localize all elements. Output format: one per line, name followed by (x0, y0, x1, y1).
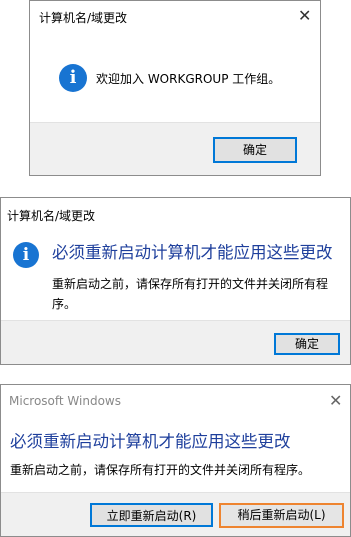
dialog-title: Microsoft Windows (9, 394, 121, 408)
microsoft-windows-restart-dialog: Microsoft Windows ✕ 必须重新启动计算机才能应用这些更改 重新… (0, 384, 351, 537)
info-icon: i (13, 242, 39, 268)
ok-button[interactable]: 确定 (274, 333, 340, 355)
dialog-heading: 必须重新启动计算机才能应用这些更改 (52, 243, 333, 262)
restart-now-button[interactable]: 立即重新启动(R) (90, 503, 213, 527)
restart-later-button[interactable]: 稍后重新启动(L) (219, 503, 344, 528)
close-icon[interactable]: ✕ (329, 393, 342, 409)
dialog-heading: 必须重新启动计算机才能应用这些更改 (10, 432, 291, 451)
info-icon: i (59, 64, 87, 92)
dialog-body: 重新启动之前，请保存所有打开的文件并关闭所有程序。 (10, 463, 311, 477)
dialog-body: 重新启动之前，请保存所有打开的文件并关闭所有程序。 (52, 277, 329, 311)
welcome-workgroup-dialog: 计算机名/域更改 ✕ i 欢迎加入 WORKGROUP 工作组。 确定 (29, 0, 321, 176)
ok-button[interactable]: 确定 (213, 137, 297, 163)
restart-required-dialog: 计算机名/域更改 i 必须重新启动计算机才能应用这些更改 重新启动之前，请保存所… (0, 197, 351, 365)
dialog-title: 计算机名/域更改 (39, 11, 128, 25)
dialog-title: 计算机名/域更改 (7, 209, 96, 223)
dialog-message: 欢迎加入 WORKGROUP 工作组。 (96, 72, 281, 86)
close-icon[interactable]: ✕ (298, 8, 311, 24)
